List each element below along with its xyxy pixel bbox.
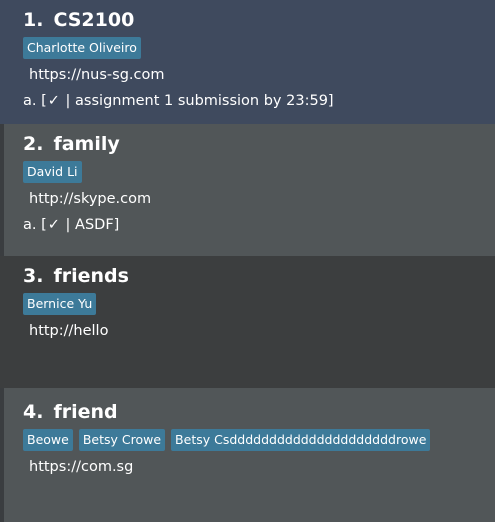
group-index: 1.	[23, 9, 44, 31]
todo-text: | assignment 1 submission by 23:59]	[65, 93, 334, 109]
member-tag: Betsy Csdddddddddddddddddddddrowe	[171, 429, 431, 451]
check-icon: ✓	[47, 217, 60, 233]
todo-letter: a.	[23, 217, 37, 233]
member-tag: Charlotte Oliveiro	[23, 37, 141, 59]
card-left-edge	[0, 256, 4, 388]
group-list: 1. CS2100 Charlotte Oliveiro https://nus-…	[0, 0, 495, 522]
todo-item: a. [✓ | ASDF]	[23, 215, 495, 235]
group-title: 1. CS2100	[23, 8, 495, 32]
group-title: 4. friend	[23, 400, 495, 424]
group-card-family[interactable]: 2. family David Li http://skype.com a. [✓…	[0, 124, 495, 256]
member-tag: Beowe	[23, 429, 73, 451]
todo-open-bracket: [	[41, 93, 47, 109]
group-name: family	[53, 133, 120, 155]
todo-text: | ASDF]	[65, 217, 120, 233]
group-link: http://hello	[29, 323, 109, 339]
member-tags: Beowe Betsy Crowe Betsy Csdddddddddddddddd…	[23, 429, 495, 451]
group-title: 3. friends	[23, 264, 495, 288]
group-name: friend	[53, 401, 118, 423]
member-tag: Bernice Yu	[23, 293, 97, 315]
group-link: https://com.sg	[29, 459, 134, 475]
group-card-cs2100[interactable]: 1. CS2100 Charlotte Oliveiro https://nus-…	[0, 0, 495, 124]
member-tags: David Li	[23, 161, 495, 183]
member-tags: Bernice Yu	[23, 293, 495, 315]
group-index: 2.	[23, 133, 44, 155]
group-title: 2. family	[23, 132, 495, 156]
group-index: 4.	[23, 401, 44, 423]
group-card-friends[interactable]: 3. friends Bernice Yu http://hello	[0, 256, 495, 388]
card-left-edge	[0, 388, 4, 522]
group-link: http://skype.com	[29, 191, 152, 207]
group-index: 3.	[23, 265, 44, 287]
card-left-edge	[0, 124, 4, 256]
check-icon: ✓	[47, 93, 60, 109]
todo-item: a. [✓ | assignment 1 submission by 23:59…	[23, 91, 495, 111]
group-link: https://nus-sg.com	[29, 67, 165, 83]
group-name: friends	[53, 265, 129, 287]
member-tags: Charlotte Oliveiro	[23, 37, 495, 59]
todo-letter: a.	[23, 93, 37, 109]
group-name: CS2100	[53, 9, 135, 31]
member-tag: Betsy Crowe	[78, 429, 166, 451]
group-card-friend[interactable]: 4. friend Beowe Betsy Crowe Betsy Csddddddd…	[0, 388, 495, 522]
member-tag: David Li	[23, 161, 82, 183]
todo-open-bracket: [	[41, 217, 47, 233]
